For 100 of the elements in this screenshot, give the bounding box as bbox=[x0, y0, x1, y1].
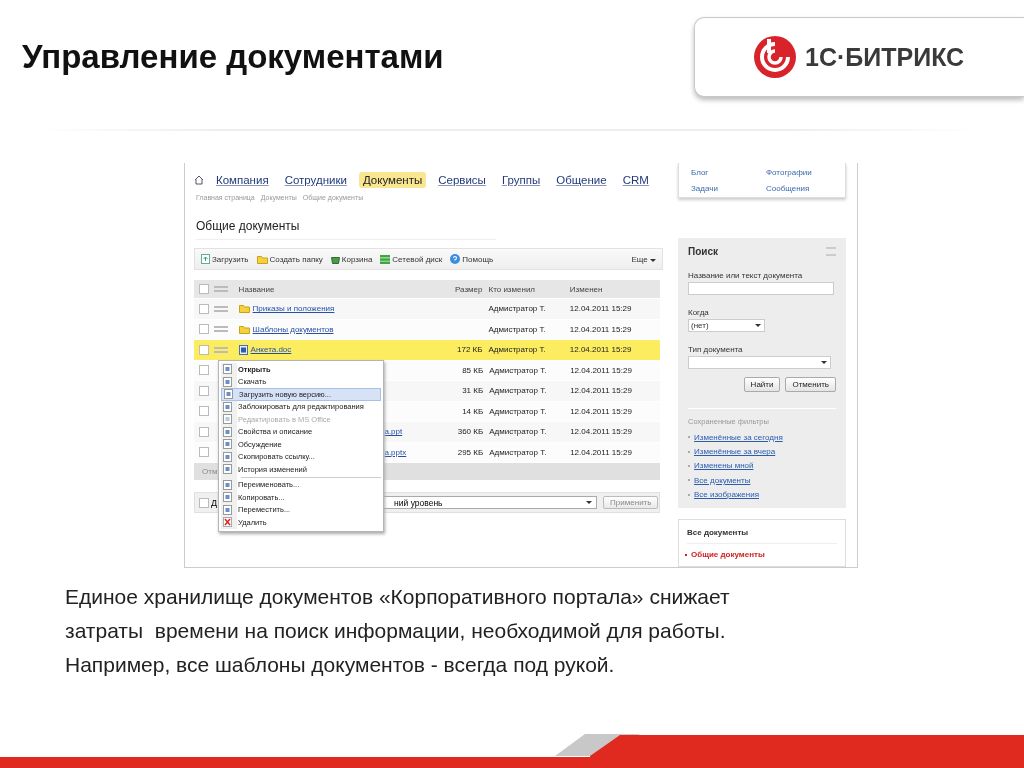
column-header[interactable]: Размер bbox=[442, 284, 487, 294]
table-cell-text: 14 КБ bbox=[461, 406, 485, 416]
nav-tab[interactable]: Группы bbox=[497, 172, 545, 188]
document-icon bbox=[223, 414, 232, 425]
toolbar-link[interactable]: Корзина bbox=[341, 254, 373, 264]
input-field[interactable] bbox=[688, 282, 834, 296]
checkbox[interactable] bbox=[198, 365, 209, 376]
folder-icon bbox=[238, 304, 250, 314]
file-link[interactable]: Шаблоны документов bbox=[252, 324, 334, 334]
select-field[interactable]: (нет) bbox=[688, 319, 765, 333]
toolbar-link[interactable]: Создать папку bbox=[269, 254, 323, 264]
sidebar-link[interactable]: Фотографии bbox=[766, 168, 846, 182]
table-cell-text: 12.04.2011 15:29 bbox=[568, 324, 633, 334]
document-icon bbox=[224, 389, 233, 400]
filter-link[interactable]: Все изображения bbox=[694, 490, 759, 500]
sidebar-link[interactable]: Сообщения bbox=[766, 183, 846, 198]
table-cell-text: 12.04.2011 15:29 bbox=[569, 365, 633, 375]
document-icon bbox=[223, 426, 232, 437]
table-cell-text: 12.04.2011 15:29 bbox=[569, 386, 633, 396]
page-title: Общие документы bbox=[196, 219, 496, 240]
file-link[interactable]: Приказы и положения bbox=[252, 304, 335, 314]
search-button[interactable]: Отменить bbox=[785, 377, 836, 393]
basket-icon bbox=[330, 254, 340, 264]
caption-text: Единое хранилище документов «Корпоративного портала» снижает затраты времени на поиск информации, необходимой для работы. Например, все шаблоны документов - всегда под рукой. bbox=[65, 584, 731, 678]
delete-icon bbox=[223, 517, 232, 528]
document-icon bbox=[223, 451, 232, 462]
table-cell-text: Адмистратор Т. bbox=[487, 324, 547, 334]
select-field[interactable] bbox=[688, 356, 831, 370]
folder-link[interactable]: Общие документы bbox=[691, 550, 765, 560]
nav-tab[interactable]: Сотрудники bbox=[280, 172, 351, 188]
field-label: Тип документа bbox=[688, 345, 744, 355]
document-icon bbox=[223, 504, 232, 515]
nav-tab[interactable]: Сервисы bbox=[434, 172, 490, 188]
toolbar-link[interactable]: Загрузить bbox=[212, 254, 249, 264]
table-cell-text: Адмистратор Т. bbox=[487, 304, 547, 314]
table-cell-text: 295 КБ bbox=[456, 447, 485, 457]
panel-title: Поиск bbox=[688, 246, 718, 258]
panel-title: Все документы bbox=[687, 528, 837, 545]
document-icon bbox=[223, 376, 232, 387]
file-link[interactable]: Анкета.doc bbox=[250, 345, 292, 355]
stack-icon bbox=[380, 254, 391, 264]
table-cell-text: Адмистратор Т. bbox=[487, 345, 547, 355]
document-icon bbox=[223, 439, 232, 450]
table-cell-text: Адмистратор Т. bbox=[488, 406, 548, 416]
table-cell-text: 12.04.2011 15:29 bbox=[569, 447, 633, 457]
logo-icon bbox=[753, 35, 797, 79]
table-cell-text: 12.04.2011 15:29 bbox=[568, 345, 633, 355]
nav-tab[interactable]: Общение bbox=[552, 172, 611, 188]
footer-text: Отм bbox=[202, 467, 218, 476]
table-cell-text: 172 КБ bbox=[456, 345, 484, 355]
checkbox[interactable] bbox=[198, 385, 209, 396]
menu-icon[interactable] bbox=[213, 326, 228, 333]
nav-tab[interactable]: Компания bbox=[212, 172, 273, 188]
table-cell-text: Адмистратор Т. bbox=[488, 427, 548, 437]
table-cell-text: 360 КБ bbox=[456, 427, 485, 437]
file-link[interactable]: a.pptx bbox=[384, 447, 407, 457]
table-cell-text: 85 КБ bbox=[461, 365, 485, 375]
nav-tab[interactable]: Документы bbox=[358, 172, 427, 188]
column-header[interactable]: Изменен bbox=[567, 284, 660, 294]
search-button[interactable]: Найти bbox=[743, 377, 781, 393]
menu-icon[interactable] bbox=[213, 286, 228, 292]
filter-link[interactable]: Изменённые за сегодня bbox=[694, 432, 783, 442]
checkbox[interactable] bbox=[198, 344, 209, 355]
checkbox[interactable] bbox=[198, 447, 209, 458]
file-link[interactable]: a.ppt bbox=[384, 427, 403, 437]
document-icon bbox=[223, 492, 232, 503]
folder-icon bbox=[256, 254, 268, 264]
slide-title: Управление документами bbox=[22, 38, 444, 76]
toolbar-link[interactable]: Помощь bbox=[462, 254, 494, 264]
menu-icon[interactable] bbox=[213, 346, 228, 353]
table-cell-text: 31 КБ bbox=[461, 386, 485, 396]
document-icon bbox=[223, 479, 232, 490]
more-dropdown[interactable]: Еще bbox=[631, 254, 656, 264]
menu-icon[interactable] bbox=[213, 305, 228, 312]
column-header[interactable]: Название bbox=[238, 284, 443, 294]
document-icon bbox=[223, 401, 232, 412]
document-icon bbox=[223, 364, 232, 375]
toolbar-link[interactable]: Сетевой диск bbox=[392, 254, 443, 264]
checkbox[interactable] bbox=[198, 406, 209, 417]
sidebar-link[interactable]: Задачи bbox=[691, 183, 766, 198]
document-upload-icon bbox=[201, 254, 210, 264]
checkbox[interactable] bbox=[198, 324, 209, 335]
field-label: Название или текст документа bbox=[688, 271, 804, 281]
logo-text: 1С·БИТРИКС bbox=[805, 42, 965, 72]
filter-link[interactable]: Все документы bbox=[694, 475, 751, 485]
checkbox[interactable] bbox=[198, 426, 209, 437]
menu-icon[interactable] bbox=[826, 247, 836, 257]
nav-tab[interactable]: CRM bbox=[618, 172, 653, 188]
table-cell-text: 12.04.2011 15:29 bbox=[569, 427, 633, 437]
checkbox[interactable] bbox=[198, 303, 209, 314]
column-header[interactable]: Кто изменил bbox=[486, 284, 568, 294]
checkbox[interactable] bbox=[198, 284, 209, 294]
checkbox[interactable] bbox=[199, 497, 209, 508]
help-icon bbox=[450, 254, 461, 264]
table-cell-text: 12.04.2011 15:29 bbox=[569, 406, 633, 416]
sidebar-link[interactable]: Блог bbox=[691, 168, 766, 182]
filter-link[interactable]: Изменённые за вчера bbox=[694, 447, 776, 457]
word-document-icon bbox=[238, 344, 248, 355]
filter-link[interactable]: Изменены мной bbox=[694, 461, 754, 471]
folder-icon bbox=[238, 324, 250, 334]
